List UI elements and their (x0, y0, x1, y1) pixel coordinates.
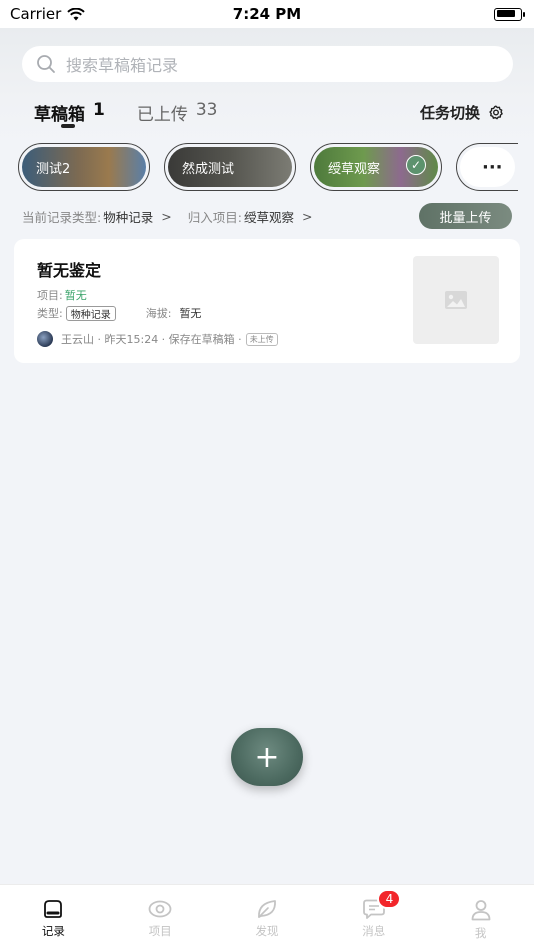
carrier-label: Carrier (10, 5, 62, 23)
record-meta: 王云山 · 昨天15:24 · 保存在草稿箱 · (61, 333, 242, 346)
tab-drafts-label: 草稿箱 (34, 105, 85, 125)
bottom-nav: 记录 项目 发现 消息 4 我 (0, 884, 534, 950)
tab-uploaded-label: 已上传 (136, 105, 188, 125)
nav-label: 记录 (41, 924, 65, 938)
record-type-value[interactable]: 物种记录 (103, 207, 153, 226)
nav-item-me[interactable]: 我 (427, 885, 534, 950)
search-placeholder: 搜索草稿箱记录 (66, 56, 179, 75)
tab-drafts-count: 1 (93, 100, 105, 120)
batch-upload-button[interactable]: 批量上传 (419, 203, 512, 229)
search-input[interactable]: 搜索草稿箱记录 (22, 46, 513, 82)
avatar (37, 331, 53, 347)
project-chip-rancheng[interactable]: 然成测试 (164, 143, 296, 191)
nav-item-record[interactable]: 记录 (0, 885, 107, 950)
chevron-right-icon[interactable]: > (161, 209, 171, 224)
record-project-line: 项目: 暂无 (37, 287, 87, 303)
wifi-icon (67, 7, 86, 20)
nav-item-messages[interactable]: 消息 4 (320, 885, 427, 950)
battery-icon (494, 7, 525, 21)
plus-icon: + (254, 739, 280, 775)
unread-badge: 4 (377, 889, 402, 909)
nav-item-projects[interactable]: 项目 (107, 885, 214, 950)
project-chip-label: 测试2 (36, 161, 71, 177)
project-chip-label: 绶草观察 (328, 161, 381, 177)
nav-label: 项目 (148, 924, 172, 938)
chevron-right-icon[interactable]: > (302, 209, 312, 224)
upload-status-badge: 未上传 (245, 332, 278, 346)
project-chip-test2[interactable]: 测试2 (18, 143, 150, 191)
record-project-value: 暂无 (64, 289, 87, 302)
project-chip-label: 然成测试 (182, 161, 235, 177)
settings-gear-icon (489, 105, 503, 119)
tab-uploaded[interactable]: 已上传 33 (137, 100, 218, 125)
eye-icon (148, 900, 172, 918)
record-type-label: 当前记录类型: (22, 209, 102, 225)
record-thumbnail (413, 256, 499, 344)
record-type-line: 类型: 物种记录 海拔: 暂无 (37, 305, 201, 321)
leaf-icon (258, 900, 276, 918)
nav-label: 消息 (362, 924, 386, 938)
person-icon (471, 900, 490, 921)
record-card[interactable]: 暂无鉴定 项目: 暂无 类型: 物种记录 海拔: 暂无 王云山 · 昨天15:2… (14, 239, 520, 363)
selected-check-icon: ✓ (406, 155, 426, 175)
record-altitude-label: 海拔: (145, 307, 172, 320)
task-switch-button[interactable]: 任务切换 (420, 102, 504, 123)
project-chip-image: 测试2 (22, 147, 146, 187)
more-projects-button[interactable]: ··· (456, 143, 518, 191)
carrier-group: Carrier (10, 5, 86, 23)
project-filter-value[interactable]: 绶草观察 (244, 207, 294, 226)
tab-uploaded-count: 33 (195, 100, 218, 120)
record-meta-line: 王云山 · 昨天15:24 · 保存在草稿箱 · 未上传 (37, 331, 278, 347)
active-tab-indicator (61, 124, 75, 128)
tab-drafts[interactable]: 草稿箱 1 (34, 100, 105, 125)
more-label: ··· (482, 156, 503, 178)
record-icon (44, 900, 63, 918)
nav-label: 发现 (255, 924, 279, 938)
status-bar: Carrier 7:24 PM (0, 0, 534, 28)
image-placeholder-icon (445, 291, 467, 309)
record-type-label: 类型: (37, 307, 63, 320)
project-chips: 测试2 然成测试 绶草观察 ✓ ··· (18, 143, 518, 191)
nav-label: 我 (474, 926, 487, 940)
record-title: 暂无鉴定 (37, 261, 102, 280)
record-altitude-value: 暂无 (179, 307, 202, 320)
project-chip-shoucao[interactable]: 绶草观察 ✓ (310, 143, 442, 191)
add-record-button[interactable]: + (231, 728, 303, 786)
record-type-tag: 物种记录 (65, 305, 116, 321)
record-project-label: 项目: (37, 289, 63, 302)
project-filter-label: 归入项目: (187, 209, 242, 225)
project-chip-image: 绶草观察 ✓ (314, 147, 438, 187)
more-icon: ··· (460, 147, 515, 187)
search-icon (37, 55, 55, 73)
record-tabs: 草稿箱 1 已上传 33 (34, 100, 217, 125)
task-switch-label: 任务切换 (419, 104, 480, 122)
nav-item-discover[interactable]: 发现 (214, 885, 321, 950)
project-chip-image: 然成测试 (168, 147, 292, 187)
